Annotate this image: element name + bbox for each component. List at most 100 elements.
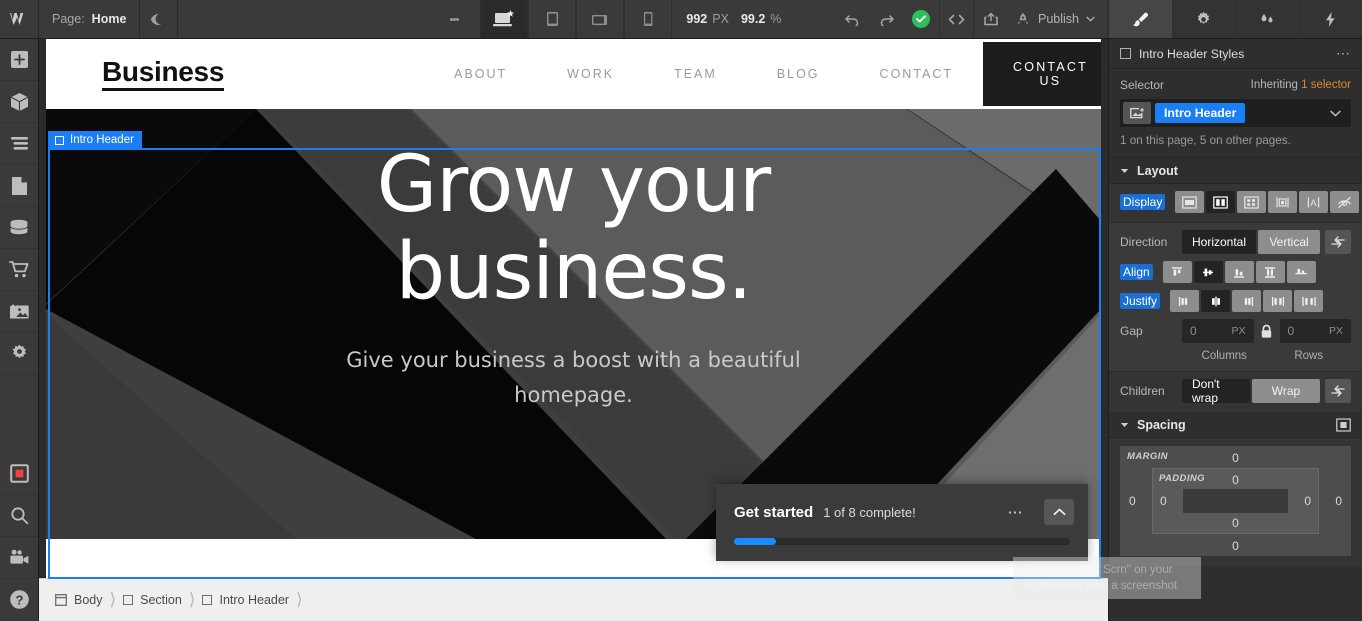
display-inline-block[interactable] [1268,191,1298,213]
gap-columns-input[interactable]: 0 PX [1182,319,1254,343]
selector-chip[interactable]: Intro Header [1155,103,1246,123]
direction-reverse-button[interactable] [1325,230,1351,254]
margin-left-value[interactable]: 0 [1129,494,1136,508]
justify-end[interactable] [1232,290,1262,312]
save-status[interactable] [903,0,939,38]
preview-toggle[interactable] [140,0,179,38]
hero-subtext[interactable]: Give your business a boost with a beauti… [294,343,854,414]
contact-us-button[interactable]: CONTACT US [983,42,1101,106]
nav-link-contact[interactable]: CONTACT [850,67,984,81]
tablet-breakpoint[interactable] [528,0,577,38]
intro-header-section[interactable]: Grow your business. Give your business a… [46,109,1101,539]
canvas-size-zoom[interactable]: 992 PX 99.2 % [672,0,795,38]
sidebar-ecommerce[interactable] [0,249,38,291]
margin-bottom-value[interactable]: 0 [1232,539,1239,553]
tab-style[interactable] [1108,0,1172,38]
justify-label[interactable]: Justify [1120,293,1161,309]
display-label[interactable]: Display [1120,194,1166,210]
direction-vertical[interactable]: Vertical [1258,230,1320,254]
nav-link-team[interactable]: TEAM [644,67,747,81]
padding-box[interactable]: PADDING 0 0 0 0 [1152,468,1319,534]
site-navbar[interactable]: Business ABOUT WORK TEAM BLOG CONTACT CO… [46,39,1101,109]
breadcrumb-item-body[interactable]: Body [48,579,110,621]
padding-left-value[interactable]: 0 [1160,494,1167,508]
selected-element-badge[interactable]: Intro Header [48,131,142,150]
sidebar-search[interactable] [0,495,38,537]
page-selector[interactable]: Page: Home [39,0,141,38]
breadcrumb-item-section[interactable]: Section [116,579,189,621]
collapse-button[interactable] [1044,499,1074,525]
sidebar-help[interactable]: ? [0,579,38,621]
justify-space-around[interactable] [1294,290,1324,312]
sidebar-pages[interactable] [0,165,38,207]
margin-box[interactable]: MARGIN 0 0 0 PADDING 0 0 0 0 0 [1120,446,1351,556]
align-label[interactable]: Align [1120,264,1153,280]
lock-icon [1260,324,1273,339]
inheriting-note[interactable]: Inheriting 1 selector [1251,79,1351,91]
sidebar-settings[interactable] [0,333,38,375]
gap-rows-input[interactable]: 0 PX [1279,319,1351,343]
align-end[interactable] [1224,261,1254,283]
site-brand[interactable]: Business [102,57,224,91]
ellipsis-icon[interactable]: ⋯ [1336,45,1351,62]
children-dont-wrap[interactable]: Don't wrap [1182,377,1250,405]
gap-lock-toggle[interactable] [1254,324,1280,339]
ellipsis-icon[interactable]: ⋯ [1008,503,1025,521]
nav-link-blog[interactable]: BLOG [747,67,850,81]
mobile-landscape-breakpoint[interactable] [576,0,625,38]
element-thumb-icon[interactable] [1123,102,1151,124]
display-grid[interactable] [1237,191,1267,213]
align-stretch[interactable] [1255,261,1285,283]
margin-right-value[interactable]: 0 [1335,494,1342,508]
hero-heading[interactable]: Grow your business. [377,141,771,317]
display-flex[interactable] [1206,191,1236,213]
spacing-expand-icon[interactable] [1336,417,1351,432]
selector-field[interactable]: Intro Header [1120,99,1351,127]
sidebar-recording[interactable] [0,453,38,495]
tab-settings[interactable] [1171,0,1235,38]
spacing-section-header[interactable]: Spacing [1109,412,1362,438]
sidebar-cms[interactable] [0,207,38,249]
padding-bottom-value[interactable]: 0 [1232,516,1239,530]
justify-center[interactable] [1201,290,1231,312]
record-square-icon [9,464,29,483]
justify-start[interactable] [1170,290,1200,312]
chevron-down-icon[interactable] [1330,110,1348,117]
undo-button[interactable] [835,0,869,38]
mobile-portrait-breakpoint[interactable] [624,0,673,38]
children-wrap[interactable]: Wrap [1252,379,1320,403]
nav-link-about[interactable]: ABOUT [424,67,537,81]
align-baseline[interactable] [1286,261,1316,283]
tab-effects[interactable] [1298,0,1362,38]
nav-link-work[interactable]: WORK [537,67,644,81]
align-center[interactable] [1193,261,1223,283]
code-button[interactable] [939,0,973,38]
get-started-panel[interactable]: Get started 1 of 8 complete! ⋯ [716,484,1088,561]
desktop-breakpoint[interactable] [480,0,529,38]
display-block[interactable] [1175,191,1205,213]
direction-horizontal[interactable]: Horizontal [1182,230,1257,254]
breadcrumb-item-intro-header[interactable]: Intro Header [195,579,295,621]
spacing-widget[interactable]: MARGIN 0 0 0 PADDING 0 0 0 0 0 [1109,438,1362,566]
inherit-link[interactable]: 1 selector [1301,79,1351,91]
sidebar-navigator[interactable] [0,123,38,165]
padding-top-value[interactable]: 0 [1232,473,1239,487]
redo-button[interactable] [869,0,903,38]
sidebar-assets[interactable] [0,291,38,333]
kebab-menu-icon[interactable] [440,0,468,38]
layout-section-header[interactable]: Layout [1109,158,1362,184]
children-reverse-button[interactable] [1325,379,1351,403]
export-button[interactable] [973,0,1007,38]
padding-right-value[interactable]: 0 [1304,494,1311,508]
webflow-logo-icon[interactable] [0,0,39,38]
publish-button[interactable]: Publish [1007,0,1108,38]
display-none[interactable] [1330,191,1360,213]
display-inline[interactable]: A [1299,191,1329,213]
sidebar-components[interactable] [0,81,38,123]
sidebar-add-elements[interactable] [0,39,38,81]
margin-top-value[interactable]: 0 [1232,451,1239,465]
align-start[interactable] [1162,261,1192,283]
tab-interactions[interactable] [1235,0,1299,38]
justify-space-between[interactable] [1263,290,1293,312]
sidebar-video[interactable] [0,537,38,579]
